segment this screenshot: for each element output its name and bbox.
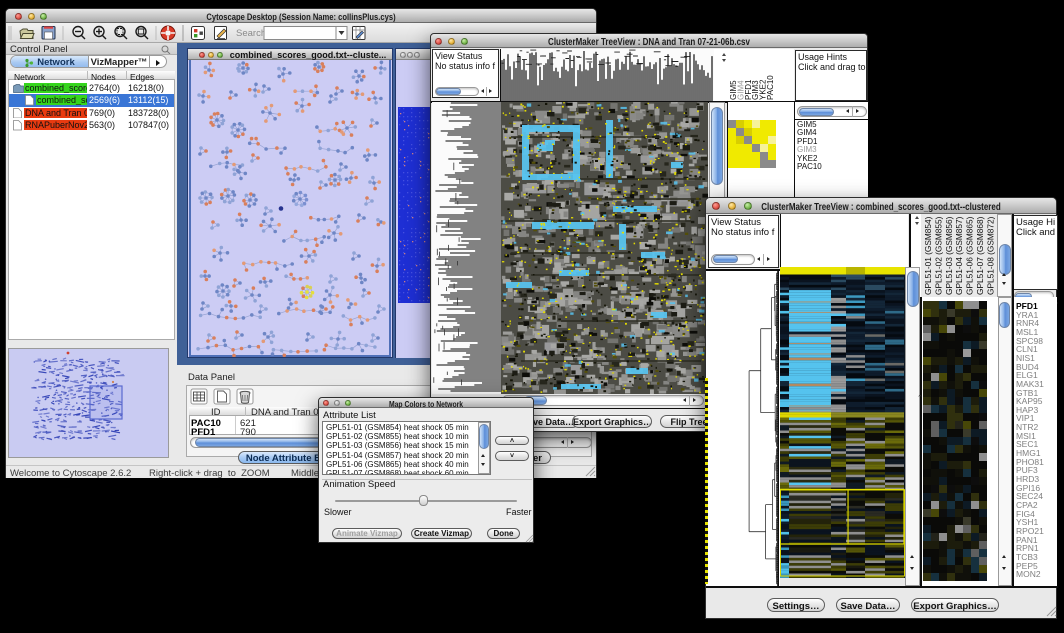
svg-text:GPL51-08 (GSM872): GPL51-08 (GSM872) — [985, 216, 995, 295]
svg-text:GPL51-06 (GSM865): GPL51-06 (GSM865) — [965, 216, 975, 295]
svg-text:PAC10: PAC10 — [766, 75, 775, 100]
svg-text:GPL51-02 (GSM855): GPL51-02 (GSM855) — [933, 216, 943, 295]
svg-text:GPL51-04 (GSM857): GPL51-04 (GSM857) — [954, 216, 964, 295]
svg-text:GPL51-03 (GSM856): GPL51-03 (GSM856) — [944, 216, 954, 295]
svg-text:GPL51-07 (GSM868): GPL51-07 (GSM868) — [975, 216, 985, 295]
svg-text:GPL51-01 (GSM854): GPL51-01 (GSM854) — [923, 216, 933, 295]
